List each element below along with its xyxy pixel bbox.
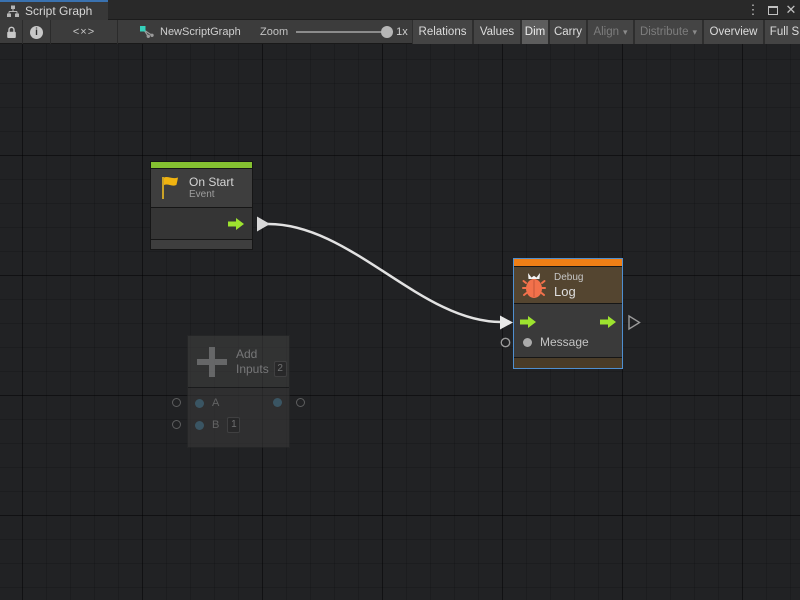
button-label: Relations <box>419 26 467 38</box>
inputs-count-field[interactable]: 2 <box>274 361 287 377</box>
chevron-down-icon: ▾ <box>693 27 698 38</box>
lock-button[interactable] <box>0 20 23 44</box>
port-b-value-field[interactable]: 1 <box>227 417 240 433</box>
graph-canvas[interactable] <box>0 44 800 600</box>
trigger-output-port[interactable] <box>228 217 244 229</box>
toolbar-button-distribute[interactable]: Distribute ▾ <box>634 20 703 44</box>
node-title: Log <box>554 284 583 299</box>
port-row-b: B 1 <box>188 416 291 434</box>
node-on-start[interactable]: On Start Event <box>150 161 253 250</box>
toolbar-button-values[interactable]: Values <box>473 20 521 44</box>
chevron-down-icon: ▾ <box>623 27 628 38</box>
zoom-control: Zoom 1x <box>260 20 408 44</box>
button-label: Full S <box>770 26 799 38</box>
toolbar-button-dim[interactable]: Dim <box>521 20 549 44</box>
port-b-label: B <box>212 419 219 431</box>
port-a-label: A <box>212 397 219 409</box>
code-icon: <×> <box>73 26 95 38</box>
zoom-slider[interactable] <box>296 31 388 33</box>
lock-icon <box>6 26 17 39</box>
zoom-label: Zoom <box>260 26 288 38</box>
trigger-output-port[interactable] <box>600 315 616 327</box>
node-footer <box>514 357 622 368</box>
debug-color-header <box>514 259 622 266</box>
button-label: Dim <box>525 26 545 38</box>
plus-icon <box>196 346 228 378</box>
button-label: Values <box>480 26 514 38</box>
toolbar-button-align[interactable]: Align ▾ <box>587 20 634 44</box>
node-add-inputs-ghost[interactable]: Add Inputs 2 A B 1 <box>187 335 290 448</box>
close-icon: ✕ <box>786 2 797 18</box>
graph-asset-icon <box>140 26 154 38</box>
script-graph-window: Script Graph ⋮ ✕ i <×> <box>0 0 800 600</box>
window-close-button[interactable]: ✕ <box>782 0 800 20</box>
button-label: Carry <box>554 26 582 38</box>
node-title: Add <box>236 347 287 361</box>
kebab-menu-icon: ⋮ <box>747 2 760 18</box>
graph-name-label: NewScriptGraph <box>160 26 241 38</box>
value-input-port-a[interactable] <box>195 399 204 408</box>
inspector-info-button[interactable]: i <box>23 20 51 44</box>
value-output-port[interactable] <box>273 398 282 407</box>
graph-breadcrumb[interactable]: NewScriptGraph <box>132 20 249 44</box>
node-subtitle: Inputs <box>236 363 269 375</box>
toolbar-button-fullscreen[interactable]: Full S <box>764 20 800 44</box>
toolbar-button-relations[interactable]: Relations <box>412 20 473 44</box>
button-label: Overview <box>710 26 758 38</box>
window-menu-button[interactable]: ⋮ <box>744 0 762 20</box>
flag-icon <box>159 175 181 201</box>
graph-toolbar: i <×> NewScriptGraph Zoom 1x <box>0 20 800 44</box>
window-maximize-button[interactable] <box>764 0 782 20</box>
edit-code-button[interactable]: <×> <box>51 20 118 44</box>
button-label: Align <box>593 26 619 38</box>
node-category: Debug <box>554 271 583 284</box>
graph-hierarchy-icon <box>6 5 20 18</box>
outer-port-result[interactable] <box>296 398 305 407</box>
bug-icon <box>522 272 546 299</box>
toolbar-button-carry[interactable]: Carry <box>549 20 587 44</box>
node-footer <box>151 239 252 249</box>
tab-script-graph[interactable]: Script Graph <box>0 0 108 20</box>
outer-port-b[interactable] <box>172 420 181 429</box>
tab-bar: Script Graph ⋮ ✕ <box>0 0 800 20</box>
zoom-value: 1x <box>396 26 408 38</box>
zoom-slider-handle[interactable] <box>381 26 393 38</box>
trigger-input-port[interactable] <box>520 315 536 327</box>
maximize-icon <box>768 6 778 15</box>
value-input-port-b[interactable] <box>195 421 204 430</box>
node-subtitle: Event <box>189 189 234 201</box>
message-input-port[interactable] <box>523 338 532 347</box>
toolbar-button-overview[interactable]: Overview <box>703 20 764 44</box>
button-label: Distribute <box>640 26 689 38</box>
outer-port-a[interactable] <box>172 398 181 407</box>
info-icon: i <box>30 26 43 39</box>
message-port-label: Message <box>540 335 589 349</box>
node-debug-log[interactable]: Debug Log Message <box>513 258 623 369</box>
tab-title: Script Graph <box>25 4 92 18</box>
node-title: On Start <box>189 175 234 189</box>
